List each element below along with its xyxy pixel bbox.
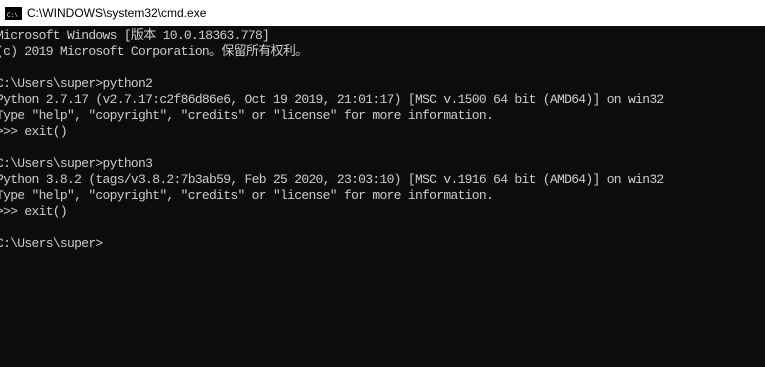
console-line-python2-exit: >>> exit(): [0, 124, 68, 139]
console-line-python2-help: Type "help", "copyright", "credits" or "…: [0, 108, 494, 123]
console-line-python3-banner: Python 3.8.2 (tags/v3.8.2:7b3ab59, Feb 2…: [0, 172, 664, 187]
console-line-command-python2: C:\Users\super>python2: [0, 76, 153, 91]
console-line-command-python3: C:\Users\super>python3: [0, 156, 153, 171]
command-prompt[interactable]: C:\Users\super>: [0, 236, 765, 252]
svg-text:C:\: C:\: [7, 12, 18, 19]
console-line-python3-help: Type "help", "copyright", "credits" or "…: [0, 188, 494, 203]
console-line-version: Microsoft Windows [版本 10.0.18363.778]: [0, 28, 270, 43]
cmd-console-icon: C:\: [5, 6, 22, 20]
console-line-copyright: (c) 2019 Microsoft Corporation。保留所有权利。: [0, 44, 308, 59]
console-output[interactable]: Microsoft Windows [版本 10.0.18363.778] (c…: [0, 26, 765, 367]
window-title: C:\WINDOWS\system32\cmd.exe: [27, 6, 207, 20]
title-bar[interactable]: C:\ C:\WINDOWS\system32\cmd.exe: [0, 0, 765, 26]
console-line-python2-banner: Python 2.7.17 (v2.7.17:c2f86d86e6, Oct 1…: [0, 92, 664, 107]
cmd-window: C:\ C:\WINDOWS\system32\cmd.exe Microsof…: [0, 0, 765, 367]
console-line-python3-exit: >>> exit(): [0, 204, 68, 219]
